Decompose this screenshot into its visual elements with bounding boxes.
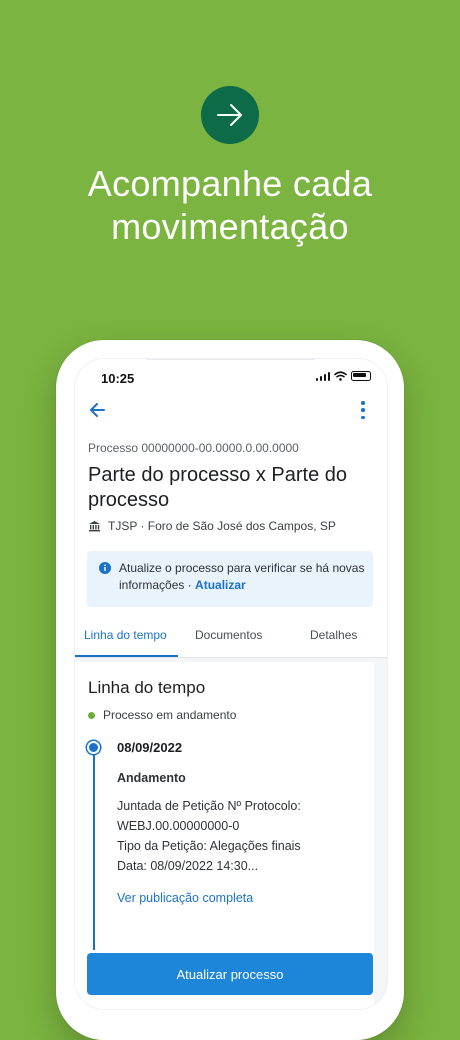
active-tab-indicator — [75, 655, 178, 657]
timeline-line — [93, 750, 95, 950]
wifi-icon — [334, 371, 347, 381]
description-line: WEBJ.00.00000000-0 — [117, 819, 240, 833]
courthouse-icon — [89, 521, 100, 532]
phone-screen: 10:25 Processo 00000000-00.0000.0.00.000… — [74, 358, 388, 1010]
more-vertical-icon-dot — [361, 401, 365, 405]
arrow-left-icon — [90, 403, 105, 417]
promo-arrow-icon — [201, 86, 259, 144]
promo-headline-line2: movimentação — [111, 206, 349, 247]
info-icon — [99, 562, 111, 574]
description-line: Juntada de Petição Nº Protocolo: — [117, 799, 301, 813]
signal-icon — [315, 371, 330, 381]
battery-icon — [351, 371, 371, 381]
status-icons — [315, 371, 371, 381]
process-status: Processo em andamento — [88, 708, 236, 722]
tab-details[interactable]: Detalhes — [310, 628, 357, 642]
process-status-label: Processo em andamento — [103, 708, 237, 722]
process-number: Processo 00000000-00.0000.0.00.0000 — [88, 441, 299, 455]
promo-headline-line1: Acompanhe cada — [87, 163, 373, 204]
timeline-title: Linha do tempo — [88, 678, 206, 697]
more-vertical-icon-dot — [361, 415, 365, 419]
status-dot-icon — [88, 711, 95, 719]
description-line: Data: 08/09/2022 14:30... — [117, 859, 259, 873]
info-banner-text: Atualize o processo para verificar se há… — [119, 560, 369, 594]
description-line: Tipo da Petição: Alegações finais — [117, 839, 301, 853]
update-process-button[interactable]: Atualizar processo — [87, 953, 373, 995]
tab-bar: Linha do tempo Documentos Detalhes — [75, 619, 387, 658]
status-time: 10:25 — [101, 371, 135, 386]
tab-documents[interactable]: Documentos — [195, 628, 262, 642]
tab-timeline[interactable]: Linha do tempo — [84, 628, 167, 642]
timeline-entry-description: Juntada de Petição Nº Protocolo: WEBJ.00… — [117, 796, 357, 876]
update-link[interactable]: Atualizar — [195, 578, 246, 592]
timeline-entry-date: 08/09/2022 — [117, 740, 183, 755]
timeline-node-icon — [87, 741, 100, 754]
timeline-entry-type: Andamento — [117, 771, 186, 785]
update-info-banner: Atualize o processo para verificar se há… — [87, 551, 373, 607]
more-options-button[interactable] — [357, 401, 369, 419]
court-label: TJSP · Foro de São José dos Campos, SP — [108, 519, 336, 533]
back-button[interactable] — [87, 399, 109, 421]
phone-notch — [147, 359, 315, 385]
more-vertical-icon-dot — [361, 408, 365, 412]
promo-headline: Acompanhe cada movimentação — [0, 162, 460, 248]
view-full-publication-link[interactable]: Ver publicação completa — [117, 891, 253, 905]
process-title: Parte do processo x Parte do processo — [88, 464, 348, 511]
court-info: TJSP · Foro de São José dos Campos, SP — [88, 519, 336, 533]
